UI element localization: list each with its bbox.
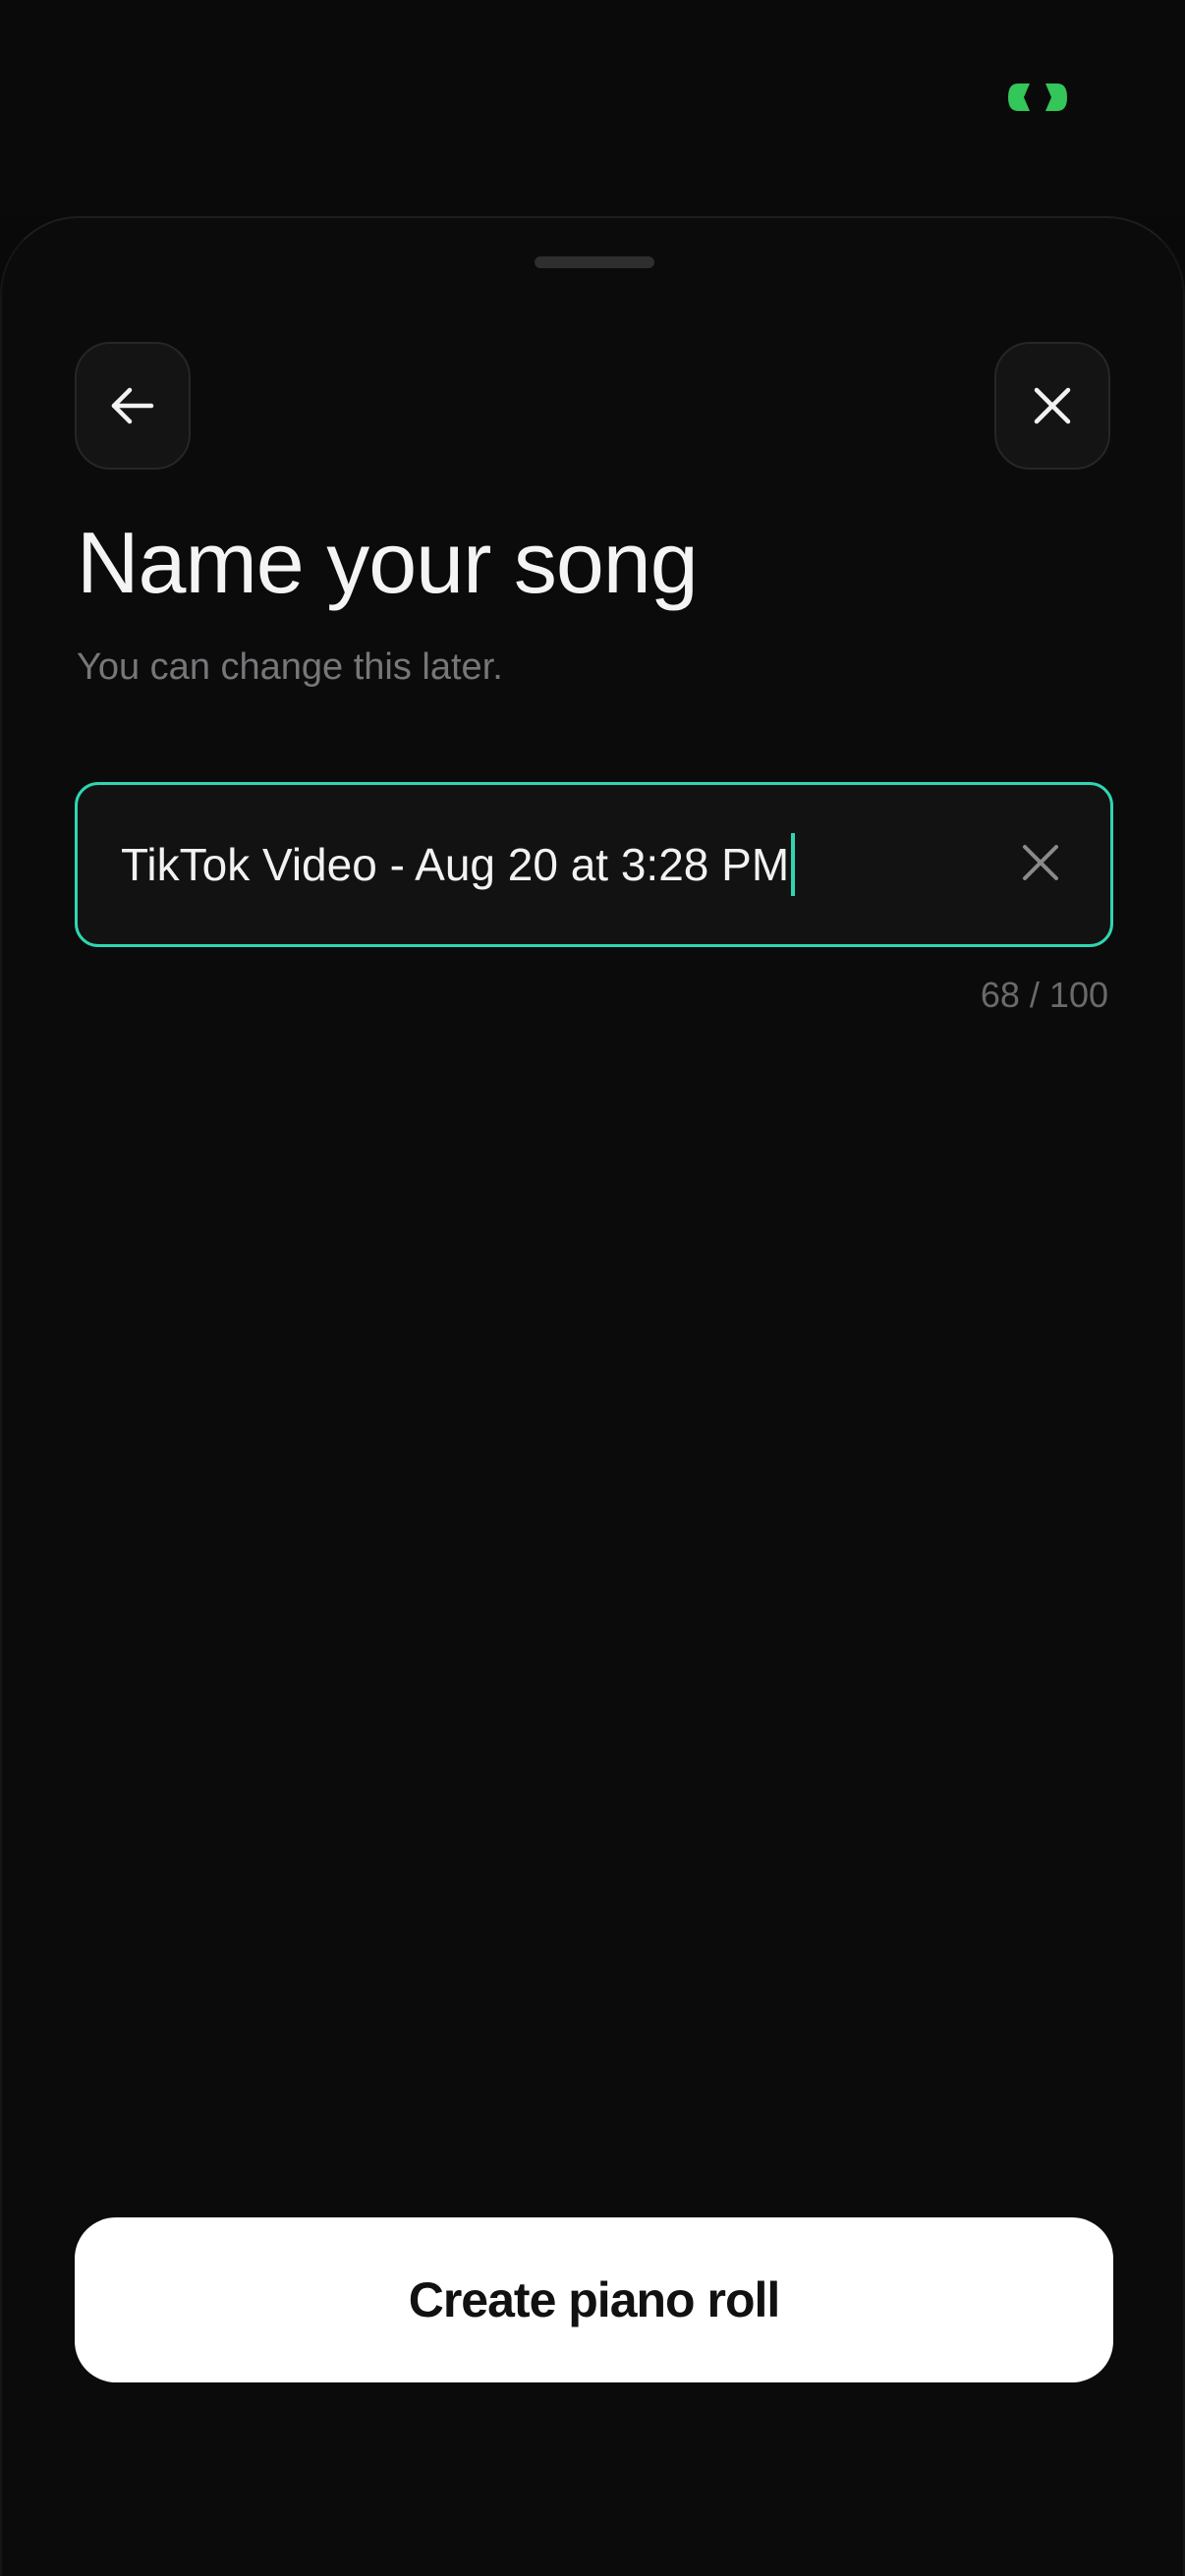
close-button[interactable] bbox=[994, 342, 1110, 470]
clear-x-icon bbox=[1019, 841, 1062, 889]
clear-input-button[interactable] bbox=[1010, 834, 1071, 895]
sheet-grabber-handle[interactable] bbox=[535, 256, 654, 268]
song-name-field-text[interactable]: TikTok Video - Aug 20 at 3:28 PM bbox=[121, 785, 796, 944]
text-caret bbox=[791, 833, 796, 896]
status-bar bbox=[0, 0, 1185, 216]
create-piano-roll-button[interactable]: Create piano roll bbox=[75, 2217, 1113, 2382]
song-name-value: TikTok Video - Aug 20 at 3:28 PM bbox=[121, 839, 790, 890]
page-subtitle: You can change this later. bbox=[77, 646, 503, 688]
back-button[interactable] bbox=[75, 342, 191, 470]
bottom-sheet: Name your song You can change this later… bbox=[0, 216, 1185, 2576]
song-name-input[interactable]: TikTok Video - Aug 20 at 3:28 PM bbox=[75, 782, 1113, 947]
character-counter: 68 / 100 bbox=[980, 975, 1108, 1015]
dynamic-island-indicator-icon bbox=[1004, 81, 1071, 114]
close-icon bbox=[1029, 382, 1076, 429]
arrow-left-icon bbox=[106, 379, 159, 432]
page-title: Name your song bbox=[77, 514, 699, 611]
